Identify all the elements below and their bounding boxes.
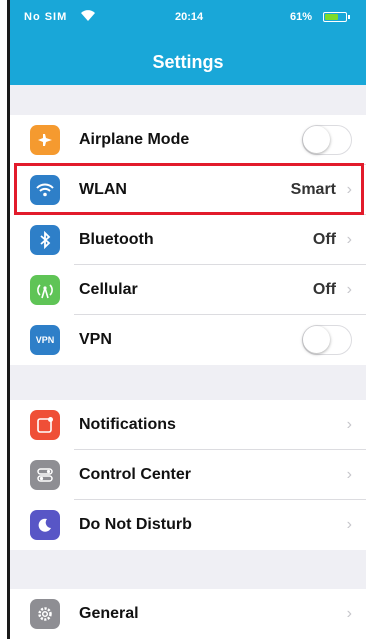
cellular-value: Off <box>312 281 336 298</box>
phone-screen: No SIM 20:14 61% Settings Airplane Mode <box>10 0 366 639</box>
settings-header: No SIM 20:14 61% Settings <box>10 0 366 85</box>
battery-percent: 61% <box>290 11 313 23</box>
row-label: Cellular <box>79 281 138 298</box>
airplane-icon <box>30 125 60 155</box>
row-label: VPN <box>79 331 112 348</box>
moon-icon <box>30 510 60 540</box>
row-do-not-disturb[interactable]: Do Not Disturb › <box>10 500 366 550</box>
bluetooth-icon <box>30 225 60 255</box>
vpn-icon: VPN <box>30 325 60 355</box>
airplane-mode-toggle[interactable] <box>302 125 352 155</box>
page-title: Settings <box>152 52 224 72</box>
row-label: Control Center <box>79 466 191 483</box>
chevron-right-icon: › <box>346 281 352 298</box>
chevron-right-icon: › <box>346 466 352 483</box>
row-label: Airplane Mode <box>79 131 190 148</box>
cellular-icon <box>30 275 60 305</box>
row-bluetooth[interactable]: Bluetooth Off › <box>10 215 366 265</box>
wlan-highlight-box <box>14 163 364 215</box>
chevron-right-icon: › <box>346 416 352 433</box>
chevron-right-icon: › <box>346 516 352 533</box>
row-control-center[interactable]: Control Center › <box>10 450 366 500</box>
chevron-right-icon: › <box>346 605 352 622</box>
row-label: Do Not Disturb <box>79 516 192 533</box>
settings-group-connectivity: Airplane Mode WLAN Smart › Bluetooth Off… <box>10 115 366 365</box>
settings-group-notifications: Notifications › Control Center › Do Not … <box>10 400 366 550</box>
device-frame-edge <box>0 0 10 639</box>
status-time: 20:14 <box>175 11 204 23</box>
carrier-label: No SIM <box>24 11 68 23</box>
bluetooth-value: Off <box>312 231 336 248</box>
row-airplane-mode[interactable]: Airplane Mode <box>10 115 366 165</box>
wifi-signal-icon <box>80 9 96 25</box>
chevron-right-icon: › <box>346 231 352 248</box>
vpn-toggle[interactable] <box>302 325 352 355</box>
notifications-icon <box>30 410 60 440</box>
status-bar: No SIM 20:14 61% <box>10 0 366 36</box>
battery-icon <box>323 12 350 22</box>
row-vpn[interactable]: VPN VPN <box>10 315 366 365</box>
row-notifications[interactable]: Notifications › <box>10 400 366 450</box>
settings-group-general: General › <box>10 589 366 639</box>
row-label: General <box>79 605 139 622</box>
control-center-icon <box>30 460 60 490</box>
row-label: Bluetooth <box>79 231 154 248</box>
row-cellular[interactable]: Cellular Off › <box>10 265 366 315</box>
gear-icon <box>30 599 60 629</box>
row-label: Notifications <box>79 416 176 433</box>
row-general[interactable]: General › <box>10 589 366 639</box>
